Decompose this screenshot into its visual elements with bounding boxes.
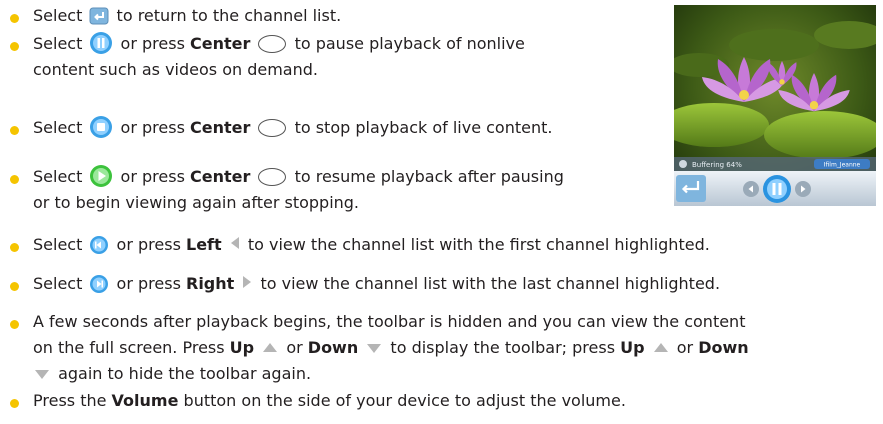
bullet-text: or bbox=[286, 338, 303, 357]
bullet-text: to return to the channel list. bbox=[116, 6, 342, 25]
bullet-text: Select bbox=[33, 235, 83, 254]
bullet-text: to pause playback of nonlive bbox=[294, 34, 525, 53]
bullet-text: or press bbox=[116, 235, 181, 254]
down-arrow-icon bbox=[367, 344, 382, 353]
bullet-text: to view the channel list with the last c… bbox=[260, 274, 721, 293]
up-arrow-icon bbox=[263, 343, 278, 352]
bullet-text: or press bbox=[120, 118, 185, 137]
bullet-text: to resume playback after pausing bbox=[294, 167, 564, 186]
right-arrow-icon bbox=[243, 276, 252, 288]
center-key-icon bbox=[258, 35, 287, 53]
down-arrow-icon bbox=[35, 370, 49, 379]
bullet-dot bbox=[10, 42, 19, 51]
key-name: Center bbox=[190, 34, 251, 53]
key-name: Left bbox=[186, 235, 222, 254]
bullet-text: again to hide the toolbar again. bbox=[58, 364, 312, 383]
channel-tag-label: Ifilm_Jeanne bbox=[824, 162, 861, 169]
bullet-text: content such as videos on demand. bbox=[33, 60, 318, 79]
pause-icon bbox=[90, 32, 113, 54]
bullet-dot bbox=[10, 14, 19, 23]
bullet-text: A few seconds after playback begins, the… bbox=[33, 312, 746, 331]
bullet-text: Select bbox=[33, 6, 83, 25]
bullet-text: or press bbox=[116, 274, 181, 293]
key-name: Center bbox=[190, 118, 251, 137]
key-name: Center bbox=[190, 167, 251, 186]
bullet-text: or to begin viewing again after stopping… bbox=[33, 193, 360, 212]
bullet-dot bbox=[10, 175, 19, 184]
bullet-text: Select bbox=[33, 118, 83, 137]
center-key-icon bbox=[258, 119, 287, 137]
lily-pad bbox=[729, 29, 819, 61]
bullet-dot bbox=[10, 282, 19, 291]
bullet-text: on the full screen. Press bbox=[33, 338, 225, 357]
previous-channel-icon bbox=[90, 236, 109, 254]
key-name: Right bbox=[186, 274, 235, 293]
key-name: Up bbox=[229, 338, 255, 357]
stop-icon bbox=[90, 116, 113, 138]
key-name: Down bbox=[307, 338, 359, 357]
bullet-dot bbox=[10, 243, 19, 252]
bullet-text: to display the toolbar; press bbox=[390, 338, 616, 357]
bullet-dot bbox=[10, 320, 19, 329]
key-name: Volume bbox=[111, 391, 179, 410]
key-name: Up bbox=[620, 338, 645, 357]
bullet-text: or bbox=[676, 338, 694, 357]
key-name: Down bbox=[698, 338, 749, 357]
bullet-text: Select bbox=[33, 34, 83, 53]
buffering-status: Buffering 64% bbox=[692, 161, 742, 169]
bullet-text: or press bbox=[120, 34, 185, 53]
bullet-text: Press the bbox=[33, 391, 107, 410]
bullet-text: Select bbox=[33, 167, 83, 186]
center-key-icon bbox=[258, 168, 287, 186]
up-arrow-icon bbox=[653, 343, 668, 352]
next-channel-icon bbox=[90, 275, 109, 293]
bullet-dot bbox=[10, 399, 19, 408]
left-arrow-icon bbox=[230, 237, 239, 249]
bullet-dot bbox=[10, 126, 19, 135]
play-icon bbox=[90, 165, 113, 187]
bullet-text: or press bbox=[120, 167, 185, 186]
return-arrow-icon bbox=[89, 7, 109, 25]
device-screenshot: Buffering 64% Ifilm_Jeanne bbox=[674, 5, 876, 206]
bullet-text: to view the channel list with the first … bbox=[247, 235, 710, 254]
status-icon bbox=[679, 160, 687, 168]
bullet-text: to stop playback of live content. bbox=[294, 118, 553, 137]
bullet-text: Select bbox=[33, 274, 83, 293]
bullet-text: button on the side of your device to adj… bbox=[183, 391, 626, 410]
